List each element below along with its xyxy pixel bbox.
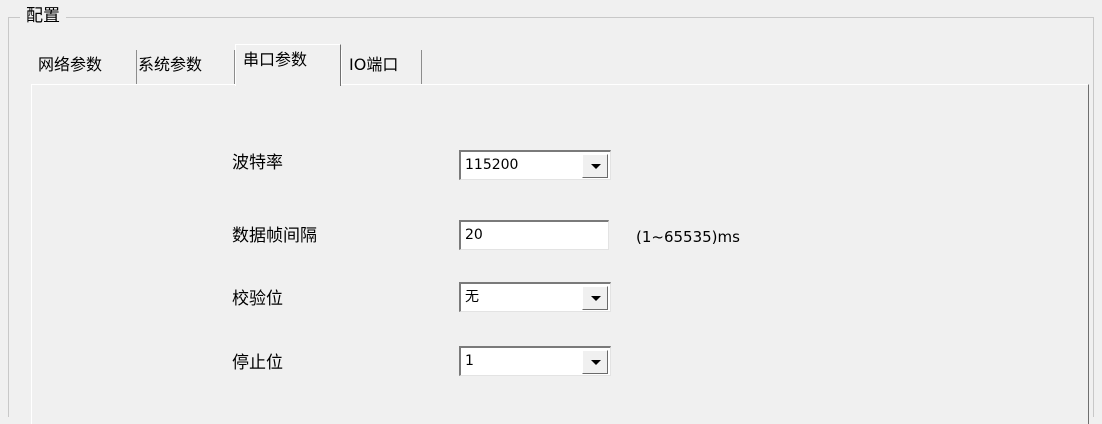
group-title: 配置 [20, 4, 66, 28]
serial-params-panel [31, 84, 1089, 424]
tab-system-params[interactable]: 系统参数 [131, 50, 235, 84]
tab-serial-params[interactable]: 串口参数 [235, 44, 341, 86]
tab-io-port[interactable]: IO端口 [341, 50, 422, 84]
tab-network-params[interactable]: 网络参数 [31, 50, 137, 84]
